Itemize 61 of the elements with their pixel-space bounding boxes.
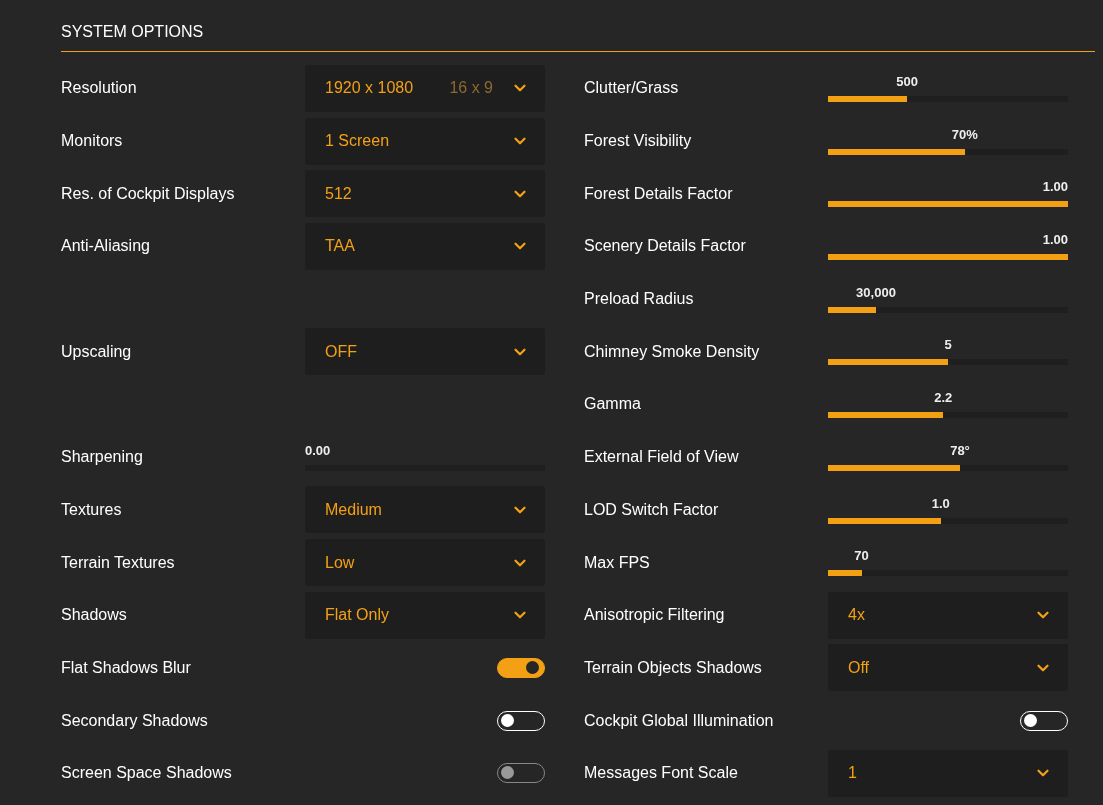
dropdown[interactable]: OFF [305,328,545,376]
setting-label: Gamma [584,395,642,414]
slider[interactable] [828,306,1068,313]
toggle-switch[interactable] [497,657,545,678]
slider-value: 1.0 [931,495,950,511]
setting-label: Monitors [61,132,124,151]
setting-label: Terrain Textures [61,553,176,572]
setting-label: Shadows [61,606,128,625]
slider[interactable] [828,570,1068,577]
dropdown[interactable]: Medium [305,486,545,534]
slider-value: 70% [951,126,978,142]
slider-value: 500 [896,74,919,89]
dropdown[interactable]: Low [305,539,545,587]
setting-label: Sharpening [61,448,144,467]
slider-value: 5 [944,337,952,353]
dropdown[interactable]: 4x [828,591,1068,639]
setting-label: Scenery Details Factor [584,237,747,256]
dropdown[interactable]: 1 [828,749,1068,797]
slider-value: 0.00 [305,442,331,458]
dropdown[interactable]: TAA [305,222,545,270]
setting-label: Resolution [61,79,138,98]
slider[interactable] [828,96,1068,102]
setting-label: Clutter/Grass [584,79,680,98]
setting-label: Screen Space Shadows [61,764,233,783]
slider[interactable] [828,359,1068,366]
slider[interactable] [828,412,1068,419]
setting-label: Messages Font Scale [584,764,739,783]
aspect-ratio-text: 16 x 9 [449,79,493,98]
slider[interactable] [828,254,1068,261]
dropdown[interactable]: Off [828,644,1068,692]
setting-label: Forest Visibility [584,132,693,151]
setting-label: Forest Details Factor [584,184,734,203]
setting-label: Terrain Objects Shadows [584,658,763,677]
slider[interactable] [828,517,1068,524]
slider[interactable] [828,148,1068,155]
section-title: SYSTEM OPTIONS [61,23,205,42]
setting-label: Max FPS [584,553,651,572]
slider[interactable] [828,464,1068,471]
dropdown[interactable]: 512 [305,170,545,218]
slider-value: 78° [950,442,970,458]
slider-value: 1.00 [1042,179,1068,195]
setting-label: External Field of View [584,448,740,467]
setting-label: Res. of Cockpit Displays [61,184,236,203]
setting-label: Anti-Aliasing [61,237,151,256]
setting-label: Cockpit Global Illumination [584,711,775,730]
setting-label: Textures [61,500,123,519]
slider-value: 2.2 [934,390,953,406]
setting-label: Preload Radius [584,290,695,309]
slider[interactable] [828,201,1068,208]
dropdown[interactable]: 1920 x 1080 16 x 9 [305,64,545,112]
dropdown[interactable]: 1 Screen [305,117,545,165]
slider-value: 30,000 [856,284,896,300]
setting-label: Chimney Smoke Density [584,342,761,361]
setting-label: Flat Shadows Blur [61,658,192,677]
setting-label: Upscaling [61,342,133,361]
slider-value: 70 [854,548,869,564]
setting-label: Anisotropic Filtering [584,606,726,625]
dropdown[interactable]: Flat Only [305,591,545,639]
slider-value: 1.00 [1042,232,1068,248]
setting-label: Secondary Shadows [61,711,209,730]
setting-label: LOD Switch Factor [584,500,720,519]
